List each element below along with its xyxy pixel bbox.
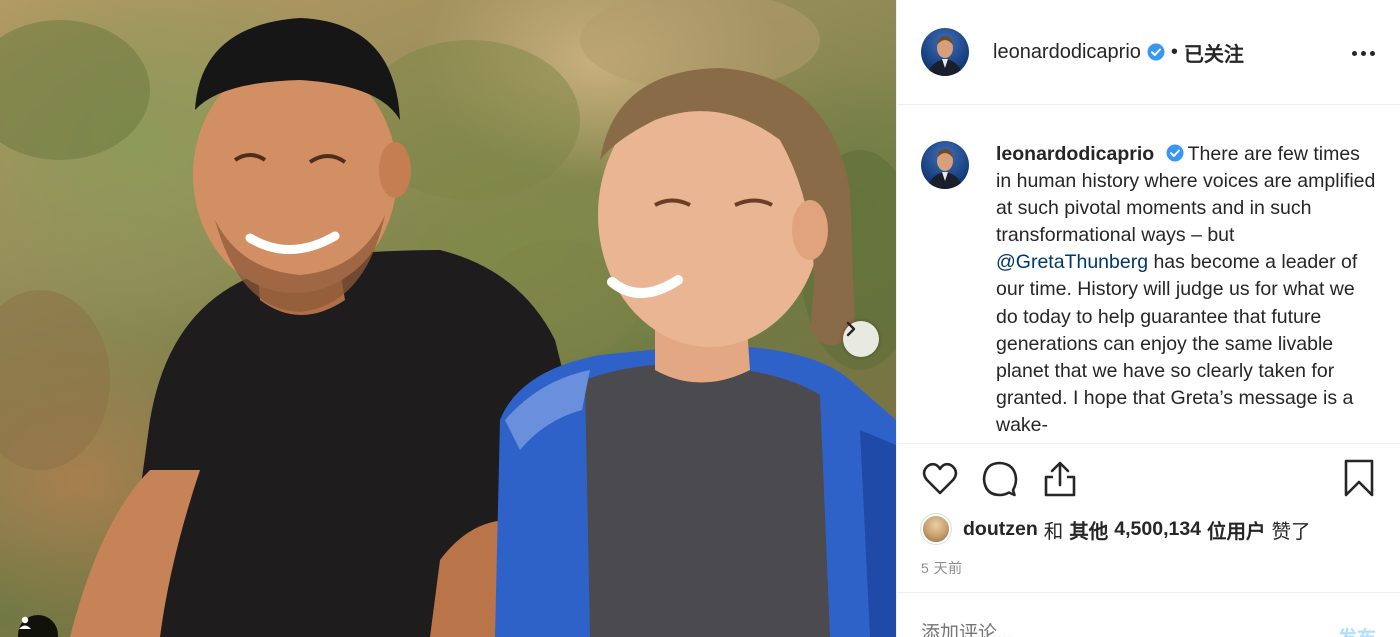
post-window: leonardodicaprio • 已关注 leonardodicaprio … <box>0 0 1400 637</box>
following-button[interactable]: 已关注 <box>1184 38 1244 67</box>
liker-username[interactable]: doutzen <box>963 518 1038 541</box>
comment-bubble-icon <box>982 461 1018 497</box>
add-comment-bar: 发布 <box>897 592 1400 637</box>
likes-summary: doutzen 和 其他 4,500,134 位用户 赞了 <box>897 514 1400 544</box>
more-dot <box>1369 50 1375 56</box>
post-comment-button[interactable]: 发布 <box>1338 623 1376 637</box>
caption-username[interactable]: leonardodicaprio <box>996 143 1154 165</box>
share-button[interactable] <box>1041 460 1079 498</box>
verified-badge-icon <box>1147 43 1165 61</box>
post-side-panel: leonardodicaprio • 已关注 leonardodicaprio … <box>896 0 1400 637</box>
likes-unit[interactable]: 位用户 <box>1207 515 1266 544</box>
share-icon <box>1044 461 1076 497</box>
post-photo[interactable] <box>0 0 896 637</box>
post-header: leonardodicaprio • 已关注 <box>897 0 1400 105</box>
photo-illustration <box>0 0 896 637</box>
chevron-right-icon <box>846 321 856 337</box>
likes-others-link[interactable]: 其他 <box>1069 515 1108 544</box>
caption-author-avatar[interactable] <box>921 141 969 189</box>
next-photo-button[interactable] <box>843 321 879 357</box>
comment-input[interactable] <box>921 623 1338 637</box>
save-button[interactable] <box>1340 458 1378 498</box>
likes-and-text: 和 <box>1043 520 1064 543</box>
mention-link[interactable]: @GretaThunberg <box>996 251 1148 273</box>
like-button[interactable] <box>921 460 959 498</box>
more-options-button[interactable] <box>1348 38 1378 68</box>
likes-count[interactable]: 4,500,134 <box>1114 518 1201 541</box>
action-bar <box>897 444 1400 514</box>
bookmark-icon <box>1344 459 1374 497</box>
post-timestamp[interactable]: 5 天前 <box>897 544 1400 578</box>
more-dot <box>1360 50 1366 56</box>
separator-dot: • <box>1170 40 1178 63</box>
liker-avatar[interactable] <box>921 514 951 544</box>
comments-area[interactable]: leonardodicaprio There are few times in … <box>897 105 1400 444</box>
verified-badge-icon <box>1166 144 1184 162</box>
post-caption: leonardodicaprio There are few times in … <box>996 141 1376 443</box>
heart-icon <box>922 462 958 495</box>
author-username[interactable]: leonardodicaprio <box>993 41 1141 64</box>
more-dot <box>1351 50 1357 56</box>
user-tag-icon <box>19 616 31 629</box>
caption-text: has become a leader of our time. History… <box>996 251 1358 436</box>
likes-suffix: 赞了 <box>1271 520 1311 543</box>
comment-button[interactable] <box>981 460 1019 498</box>
avatar-portrait <box>927 149 963 189</box>
avatar-portrait <box>927 36 963 76</box>
author-avatar[interactable] <box>921 28 969 76</box>
author-info: leonardodicaprio • 已关注 <box>993 38 1244 67</box>
